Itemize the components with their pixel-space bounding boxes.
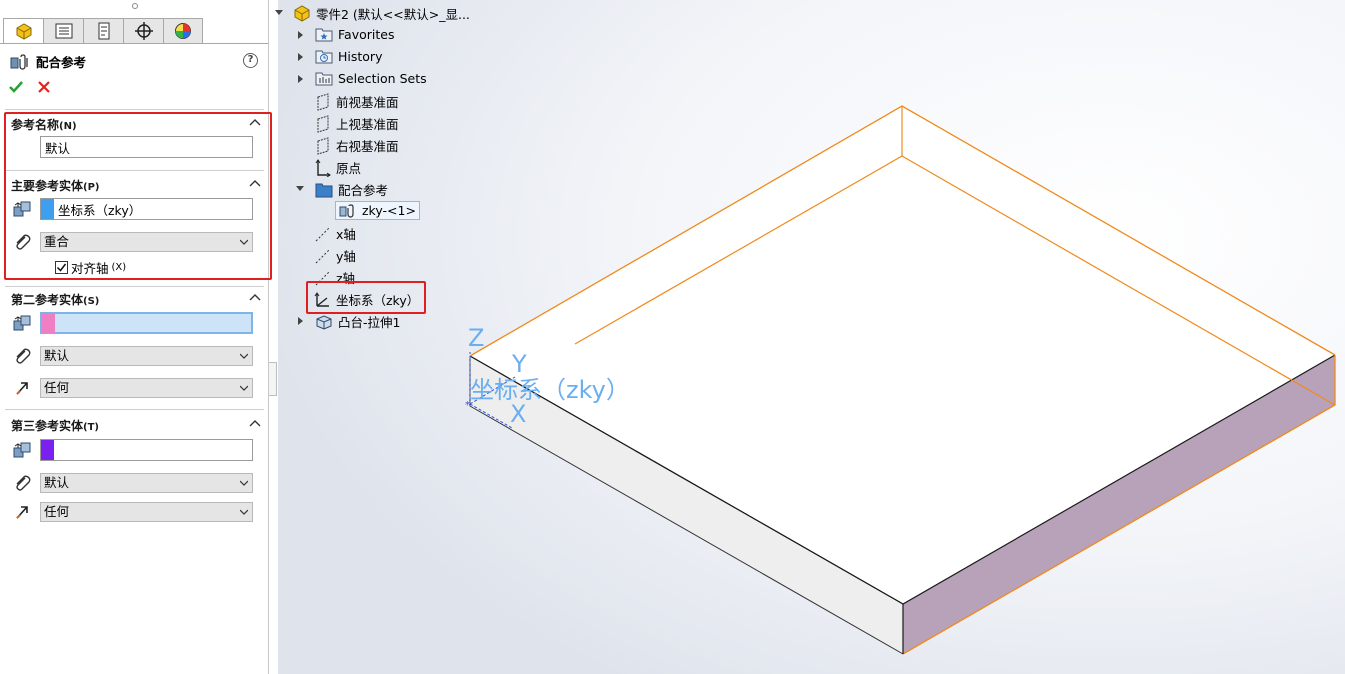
ok-check-icon[interactable] bbox=[8, 79, 24, 95]
tree-item-origin[interactable]: 原点 bbox=[315, 158, 361, 177]
tree-expand-arrow[interactable] bbox=[298, 53, 303, 61]
highlight-box-primary bbox=[4, 112, 272, 280]
graphics-viewport[interactable]: Z Y X 坐标系（zky） * bbox=[278, 0, 1345, 674]
tree-item-right-plane[interactable]: 右视基准面 bbox=[315, 136, 399, 155]
divider bbox=[5, 109, 264, 110]
triad-z-label: Z bbox=[468, 324, 484, 352]
chevron-down-icon bbox=[240, 353, 248, 359]
origin-star-icon: * bbox=[465, 400, 470, 411]
alignment-arrow-icon bbox=[16, 382, 28, 395]
mate-reference-icon bbox=[10, 53, 28, 70]
secondary-entity-selection-box[interactable] bbox=[40, 312, 253, 334]
triad-x-label: X bbox=[510, 400, 526, 428]
tree-item-mate-references[interactable]: 配合参考 bbox=[315, 180, 388, 199]
tree-item-boss-extrude[interactable]: 凸台-拉伸1 bbox=[315, 312, 400, 331]
folder-icon bbox=[315, 183, 333, 197]
tree-item-top-plane[interactable]: 上视基准面 bbox=[315, 114, 399, 133]
tree-expand-arrow[interactable] bbox=[298, 317, 303, 325]
plane-icon bbox=[317, 136, 329, 155]
manager-tabs bbox=[3, 18, 203, 44]
divider bbox=[5, 409, 264, 410]
history-folder-icon bbox=[315, 50, 333, 64]
collapse-chevron-up-icon[interactable] bbox=[249, 292, 261, 304]
part-icon bbox=[16, 23, 31, 40]
tree-item-mate-reference-zky[interactable]: zky-<1> bbox=[335, 201, 420, 220]
tab-configuration-manager[interactable] bbox=[83, 18, 123, 44]
paperclip-icon bbox=[16, 475, 31, 491]
triad-y-label: Y bbox=[511, 350, 527, 378]
appearance-pie-icon bbox=[175, 23, 191, 39]
coordinate-system-label: 坐标系（zky） bbox=[470, 376, 630, 404]
chevron-down-icon bbox=[240, 480, 248, 486]
tree-collapse-arrow[interactable] bbox=[296, 186, 304, 191]
property-manager-header: 配合参考 bbox=[10, 52, 86, 71]
tab-dimxpert-manager[interactable] bbox=[123, 18, 163, 44]
tab-property-manager[interactable] bbox=[43, 18, 83, 44]
tree-item-history[interactable]: History bbox=[315, 48, 382, 64]
property-manager-panel: 配合参考 ? 参考名称(N) 主要参考实体(P) 坐标系（zky） 重合 对 bbox=[0, 0, 272, 674]
secondary-color-swatch bbox=[42, 313, 55, 333]
highlight-box-coordinate-system bbox=[306, 281, 426, 314]
entity-selection-icon bbox=[13, 442, 31, 458]
tree-item-favorites[interactable]: Favorites bbox=[315, 26, 394, 42]
tree-item-front-plane[interactable]: 前视基准面 bbox=[315, 92, 399, 111]
configuration-icon bbox=[98, 22, 109, 40]
axis-icon bbox=[315, 248, 331, 263]
origin-icon bbox=[315, 158, 331, 177]
entity-selection-icon bbox=[13, 315, 31, 331]
tree-expand-arrow[interactable] bbox=[298, 75, 303, 83]
tree-item-selection-sets[interactable]: Selection Sets bbox=[315, 70, 427, 86]
part-icon bbox=[294, 5, 310, 22]
group-secondary-entity-title[interactable]: 第二参考实体(S) bbox=[11, 291, 99, 308]
page-title: 配合参考 bbox=[36, 55, 87, 70]
list-icon bbox=[55, 23, 72, 39]
plane-icon bbox=[317, 114, 329, 133]
tab-feature-manager[interactable] bbox=[3, 18, 43, 44]
third-entity-selection-box[interactable] bbox=[40, 439, 253, 461]
mate-reference-icon bbox=[339, 203, 354, 218]
favorites-star-icon bbox=[315, 28, 333, 42]
paperclip-icon bbox=[16, 348, 31, 364]
divider bbox=[5, 286, 264, 287]
panel-collapse-handle[interactable] bbox=[269, 362, 277, 396]
secondary-mate-type-dropdown[interactable]: 默认 bbox=[40, 346, 253, 366]
tree-collapse-arrow[interactable] bbox=[275, 10, 283, 15]
tab-display-manager[interactable] bbox=[163, 18, 203, 44]
cancel-x-icon[interactable] bbox=[36, 79, 52, 95]
selection-sets-icon bbox=[315, 72, 333, 86]
third-mate-type-dropdown[interactable]: 默认 bbox=[40, 473, 253, 493]
tree-item-x-axis[interactable]: x轴 bbox=[315, 224, 356, 243]
third-color-swatch bbox=[41, 440, 54, 460]
plane-icon bbox=[317, 92, 329, 111]
tree-expand-arrow[interactable] bbox=[298, 31, 303, 39]
extrude-icon bbox=[316, 314, 332, 330]
group-third-entity-title[interactable]: 第三参考实体(T) bbox=[11, 417, 99, 434]
secondary-alignment-dropdown[interactable]: 任何 bbox=[40, 378, 253, 398]
chevron-down-icon bbox=[240, 509, 248, 515]
third-alignment-dropdown[interactable]: 任何 bbox=[40, 502, 253, 522]
help-button[interactable]: ? bbox=[243, 53, 258, 68]
tree-root[interactable]: 零件2 (默认<<默认>_显... bbox=[293, 4, 470, 23]
axis-icon bbox=[315, 226, 331, 241]
crosshair-icon bbox=[134, 22, 153, 40]
alignment-arrow-icon bbox=[16, 506, 28, 519]
tree-item-y-axis[interactable]: y轴 bbox=[315, 246, 356, 265]
collapse-chevron-up-icon[interactable] bbox=[249, 418, 261, 430]
panel-grip[interactable] bbox=[132, 3, 138, 9]
chevron-down-icon bbox=[240, 385, 248, 391]
